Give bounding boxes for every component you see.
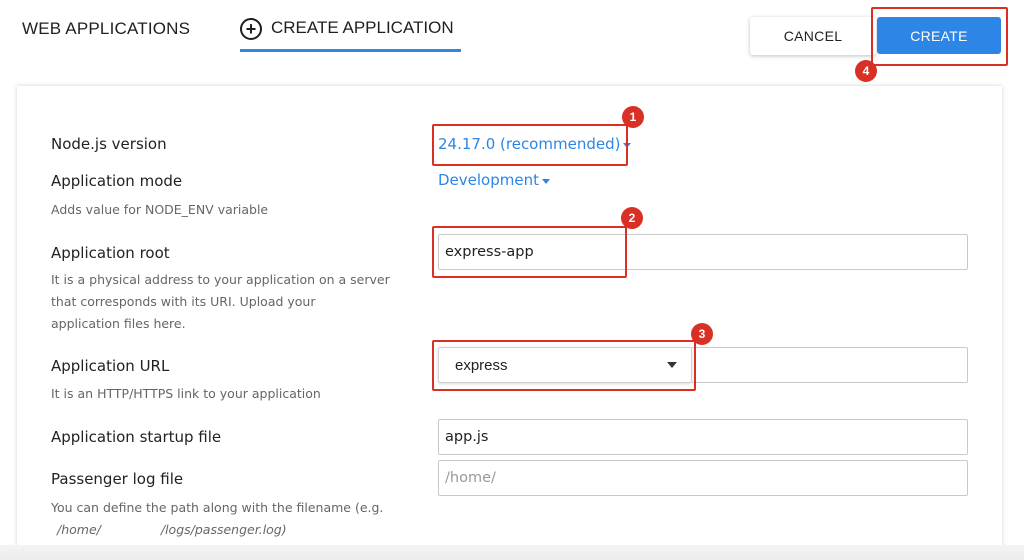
annotation-box-1 <box>432 124 628 166</box>
tab-web-applications[interactable]: WEB APPLICATIONS <box>22 19 190 39</box>
app-root-hint-line: that corresponds with its URI. Upload yo… <box>51 294 316 309</box>
app-mode-value: Development <box>438 171 539 189</box>
log-file-hint-line1: You can define the path along with the f… <box>51 500 384 515</box>
tab-create-application[interactable]: + CREATE APPLICATION <box>240 16 461 52</box>
annotation-box-4 <box>871 7 1008 66</box>
annotation-box-3 <box>432 340 696 391</box>
log-file-label: Passenger log file <box>51 470 184 488</box>
app-root-hint-line: It is a physical address to your applica… <box>51 272 390 287</box>
startup-file-label: Application startup file <box>51 428 222 446</box>
annotation-badge-3: 3 <box>691 323 713 345</box>
log-file-hint-home: /home/ <box>57 522 101 537</box>
app-mode-hint: Adds value for NODE_ENV variable <box>51 202 269 217</box>
app-mode-label: Application mode <box>51 172 183 190</box>
log-file-hint-path: /logs/passenger.log) <box>160 522 287 537</box>
cancel-button[interactable]: CANCEL <box>750 17 876 55</box>
annotation-badge-4: 4 <box>855 60 877 82</box>
annotation-badge-1: 1 <box>622 106 644 128</box>
log-file-hint: You can define the path along with the f… <box>51 497 383 541</box>
log-file-hint-line2: /home/ /logs/passenger.log) <box>51 519 383 541</box>
app-root-label: Application root <box>51 244 170 262</box>
startup-file-input[interactable] <box>438 419 968 455</box>
app-root-hint-line: application files here. <box>51 316 186 331</box>
app-url-label: Application URL <box>51 357 170 375</box>
app-mode-dropdown[interactable]: Development <box>438 171 550 189</box>
page: WEB APPLICATIONS + CREATE APPLICATION CA… <box>0 0 1024 560</box>
annotation-box-2 <box>432 226 627 278</box>
node-version-label: Node.js version <box>51 135 167 153</box>
log-file-input[interactable] <box>438 460 968 496</box>
tab-create-application-label: CREATE APPLICATION <box>271 18 454 37</box>
plus-circle-icon: + <box>240 18 262 40</box>
bottom-scroll-fade <box>0 545 1024 560</box>
app-root-hint: It is a physical address to your applica… <box>51 269 390 335</box>
chevron-down-icon <box>541 178 550 184</box>
annotation-badge-2: 2 <box>621 207 643 229</box>
app-url-path-input[interactable] <box>692 347 968 383</box>
app-url-hint: It is an HTTP/HTTPS link to your applica… <box>51 386 321 401</box>
